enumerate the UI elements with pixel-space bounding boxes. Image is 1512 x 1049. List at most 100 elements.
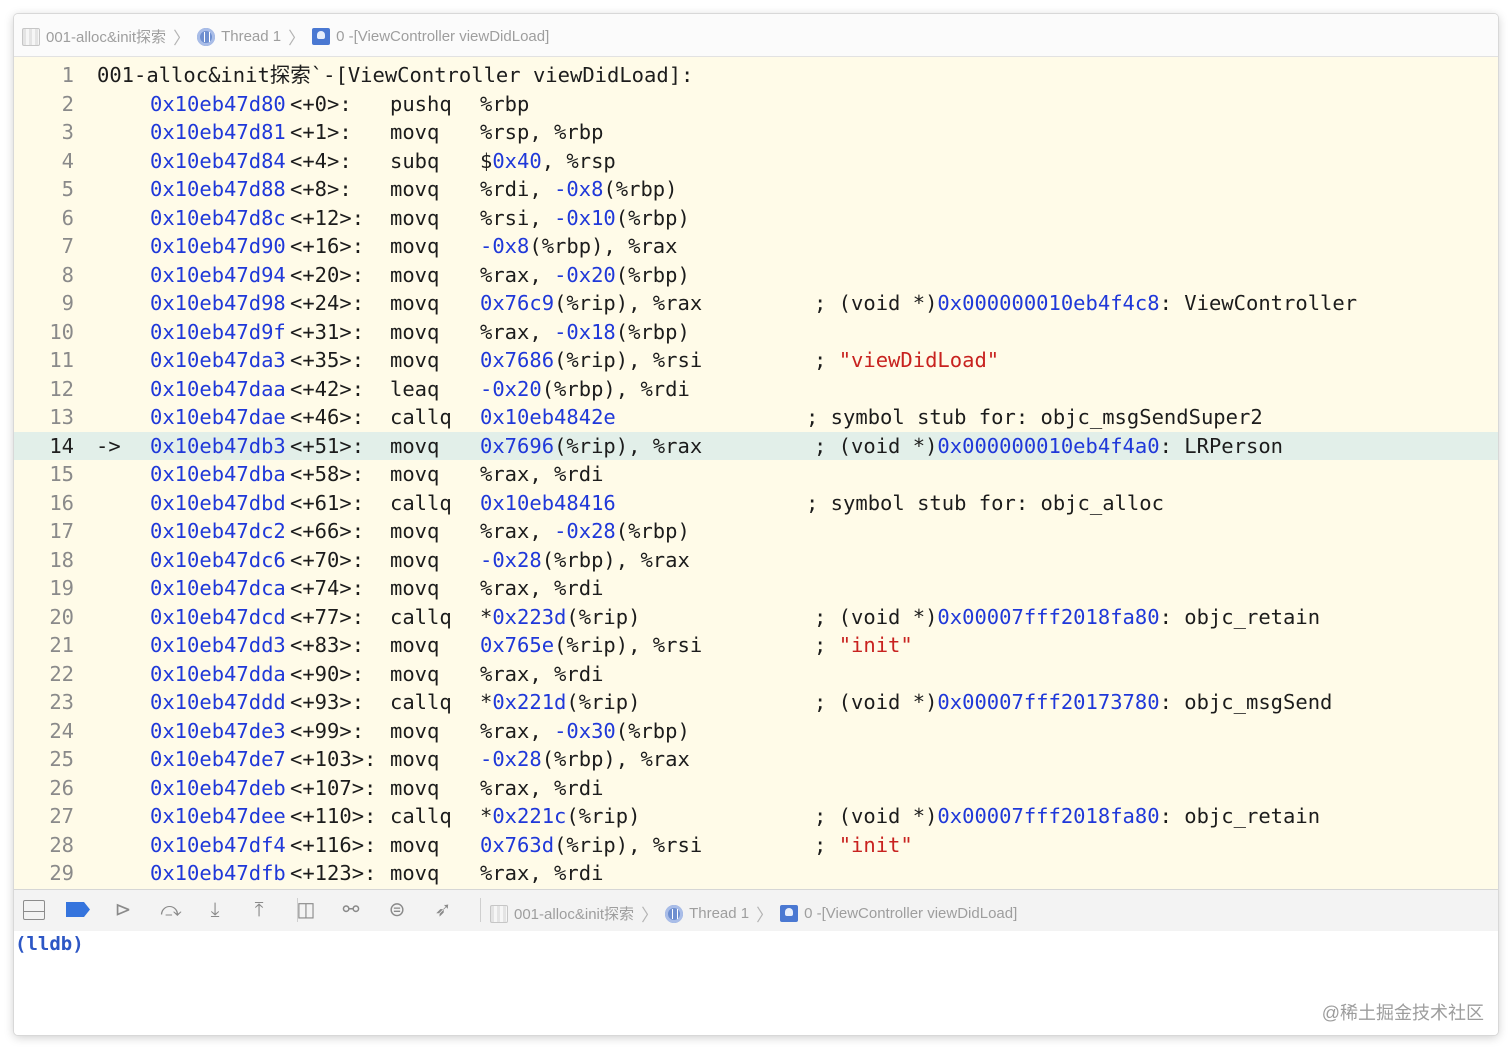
operand-token: %rax, xyxy=(480,519,555,543)
disassembly-line[interactable]: 23 0x10eb47ddd <+93>: callq *0x221d(%rip) ; (… xyxy=(14,688,1498,717)
disassembly-line[interactable]: 6 0x10eb47d8c <+12>: movq %rsi, -0x10(%rbp) xyxy=(14,204,1498,233)
step-out-icon[interactable]: ⤒ xyxy=(246,897,272,923)
disassembly-line[interactable]: 17 0x10eb47dc2 <+66>: movq %rax, -0x28(%rbp) xyxy=(14,517,1498,546)
instruction-mnemonic: movq xyxy=(390,177,440,201)
instruction-offset: <+66>: xyxy=(290,519,365,543)
breakpoint-icon[interactable] xyxy=(66,902,90,917)
operand-token: (%rbp) xyxy=(615,519,690,543)
disassembly-line[interactable]: 22 0x10eb47dda <+90>: movq %rax, %rdi xyxy=(14,660,1498,689)
disassembly-line[interactable]: 7 0x10eb47d90 <+16>: movq -0x8(%rbp), %rax xyxy=(14,232,1498,261)
breadcrumb-frame[interactable]: 0 -[ViewController viewDidLoad] xyxy=(336,28,549,45)
pc-arrow-icon: -> xyxy=(96,433,121,458)
instruction-mnemonic: callq xyxy=(390,490,452,515)
disassembly-line[interactable]: 1 001-alloc&init探索`-[ViewController viewD… xyxy=(14,61,1498,90)
instruction-offset: <+103>: xyxy=(290,747,377,771)
comment-token: : objc_retain xyxy=(1159,804,1321,828)
disassembly-line[interactable]: 29 0x10eb47dfb <+123>: movq %rax, %rdi xyxy=(14,859,1498,888)
instruction-offset: <+24>: xyxy=(290,291,365,315)
location-arrow-icon[interactable]: ➶ xyxy=(430,897,456,923)
line-number: 29 xyxy=(49,861,74,885)
instruction-operands: %rsi, -0x10(%rbp) xyxy=(480,204,690,233)
disassembly-line[interactable]: 8 0x10eb47d94 <+20>: movq %rax, -0x20(%rbp) xyxy=(14,261,1498,290)
operand-token: -0x28 xyxy=(554,519,616,543)
disassembly-line[interactable]: 16 0x10eb47dbd <+61>: callq 0x10eb48416 ; sym… xyxy=(14,489,1498,518)
instruction-mnemonic: movq xyxy=(390,462,440,486)
instruction-offset: <+61>: xyxy=(290,490,365,515)
disassembly-line[interactable]: 18 0x10eb47dc6 <+70>: movq -0x28(%rbp), %rax xyxy=(14,546,1498,575)
operand-token: (%rbp), %rax xyxy=(541,547,690,572)
instruction-mnemonic: movq xyxy=(390,576,440,600)
disassembly-line[interactable]: 25 0x10eb47de7 <+103>: movq -0x28(%rbp), %ra… xyxy=(14,745,1498,774)
disassembly-line[interactable]: 24 0x10eb47de3 <+99>: movq %rax, -0x30(%rbp) xyxy=(14,717,1498,746)
lldb-console[interactable]: (lldb) xyxy=(14,931,1498,1035)
disassembly-line[interactable]: 2 0x10eb47d80 <+0>: pushq %rbp xyxy=(14,90,1498,119)
continue-icon[interactable]: ⊳ xyxy=(110,897,136,923)
comment-token: "viewDidLoad" xyxy=(838,348,1000,372)
operand-token: %rax, %rdi xyxy=(480,576,604,600)
line-number: 23 xyxy=(49,690,74,714)
thread-icon xyxy=(197,27,216,46)
memory-graph-icon[interactable]: ⚯ xyxy=(338,897,364,923)
disassembly-line[interactable]: 11 0x10eb47da3 <+35>: movq 0x7686(%rip), %rs… xyxy=(14,346,1498,375)
instruction-operands: %rax, -0x18(%rbp) xyxy=(480,318,690,347)
comment-token: : objc_retain xyxy=(1159,604,1321,629)
editor-jump-bar: 001-alloc&init探索 〉 Thread 1 〉 0 -[ViewCo… xyxy=(14,14,1498,57)
disassembly-line[interactable]: 15 0x10eb47dba <+58>: movq %rax, %rdi xyxy=(14,460,1498,489)
instruction-address: 0x10eb47daa xyxy=(150,376,286,401)
operand-token: %rax, %rdi xyxy=(480,861,604,885)
disassembly-line[interactable]: 3 0x10eb47d81 <+1>: movq %rsp, %rbp xyxy=(14,118,1498,147)
step-into-icon[interactable]: ⤓ xyxy=(202,897,228,923)
breadcrumb-project[interactable]: 001-alloc&init探索 xyxy=(514,903,634,924)
instruction-offset: <+74>: xyxy=(290,576,365,600)
instruction-operands: 0x7686(%rip), %rsi xyxy=(480,346,702,375)
step-over-icon[interactable]: ⤼ xyxy=(158,897,184,923)
operand-token: (%rbp), %rax xyxy=(541,747,690,771)
instruction-operands: *0x221c(%rip) xyxy=(480,802,640,831)
disassembly-line[interactable]: 4 0x10eb47d84 <+4>: subq $0x40, %rsp xyxy=(14,147,1498,176)
instruction-address: 0x10eb47da3 xyxy=(150,348,286,372)
environment-overrides-icon[interactable]: ⊜ xyxy=(384,897,410,923)
disassembly-line[interactable]: 19 0x10eb47dca <+74>: movq %rax, %rdi xyxy=(14,574,1498,603)
disassembly-line[interactable]: 13 0x10eb47dae <+46>: callq 0x10eb4842e ; sym… xyxy=(14,403,1498,432)
disassembly-line[interactable]: 28 0x10eb47df4 <+116>: movq 0x763d(%rip), %r… xyxy=(14,831,1498,860)
instruction-mnemonic: callq xyxy=(390,604,452,629)
instruction-comment: ; symbol stub for: objc_msgSendSuper2 xyxy=(806,403,1263,432)
breadcrumb-thread[interactable]: Thread 1 xyxy=(221,28,281,45)
instruction-mnemonic: leaq xyxy=(390,376,440,401)
breadcrumb-project[interactable]: 001-alloc&init探索 xyxy=(46,26,166,47)
disassembly-line[interactable]: 21 0x10eb47dd3 <+83>: movq 0x765e(%rip), %rs… xyxy=(14,631,1498,660)
disassembly-line[interactable]: 14 -> 0x10eb47db3 <+51>: movq 0x7696(%rip), %… xyxy=(14,431,1498,460)
disassembly-line[interactable]: 20 0x10eb47dcd <+77>: callq *0x223d(%rip) ; (… xyxy=(14,603,1498,632)
instruction-operands: %rax, %rdi xyxy=(480,660,603,689)
line-number: 5 xyxy=(61,177,74,201)
instruction-address: 0x10eb47d94 xyxy=(150,262,286,287)
operand-token: 0x223d xyxy=(492,604,567,629)
operand-token: 0x765e xyxy=(480,633,555,657)
instruction-address: 0x10eb47dc6 xyxy=(150,547,286,572)
disassembly-line[interactable]: 27 0x10eb47dee <+110>: callq *0x221c(%rip) ; … xyxy=(14,802,1498,831)
line-number: 19 xyxy=(49,576,74,600)
disassembly-line[interactable]: 26 0x10eb47deb <+107>: movq %rax, %rdi xyxy=(14,774,1498,803)
panel-icon[interactable] xyxy=(23,900,45,920)
debug-toolbar: ⊳ ⤼ ⤓ ⤒ ◫ ⚯ ⊜ ➶ 001-alloc&init探索 〉 Thread 1 〉 0… xyxy=(14,889,1498,932)
operand-token: (%rbp) xyxy=(615,205,690,230)
instruction-offset: <+107>: xyxy=(290,775,377,800)
breadcrumb-frame[interactable]: 0 -[ViewController viewDidLoad] xyxy=(804,905,1017,922)
instruction-operands: 0x765e(%rip), %rsi xyxy=(480,631,702,660)
disassembly-line[interactable]: 5 0x10eb47d88 <+8>: movq %rdi, -0x8(%rbp) xyxy=(14,175,1498,204)
instruction-offset: <+99>: xyxy=(290,718,365,743)
comment-token: ; (void *) xyxy=(814,291,938,315)
instruction-offset: <+4>: xyxy=(290,148,352,173)
instruction-offset: <+8>: xyxy=(290,177,352,201)
operand-token: (%rbp) xyxy=(615,718,690,743)
instruction-operands: 0x76c9(%rip), %rax xyxy=(480,289,702,318)
disassembly-line[interactable]: 12 0x10eb47daa <+42>: leaq -0x20(%rbp), %rdi xyxy=(14,375,1498,404)
operand-token: %rax, %rdi xyxy=(480,661,604,686)
operand-token: %rsp, %rbp xyxy=(480,120,604,144)
breadcrumb-thread[interactable]: Thread 1 xyxy=(689,905,749,922)
disassembly-line[interactable]: 10 0x10eb47d9f <+31>: movq %rax, -0x18(%rbp) xyxy=(14,318,1498,347)
instruction-offset: <+77>: xyxy=(290,604,365,629)
instruction-operands: %rax, -0x28(%rbp) xyxy=(480,517,690,546)
disassembly-editor[interactable]: 1 001-alloc&init探索`-[ViewController viewD… xyxy=(14,57,1498,889)
disassembly-line[interactable]: 9 0x10eb47d98 <+24>: movq 0x76c9(%rip), %rax… xyxy=(14,289,1498,318)
